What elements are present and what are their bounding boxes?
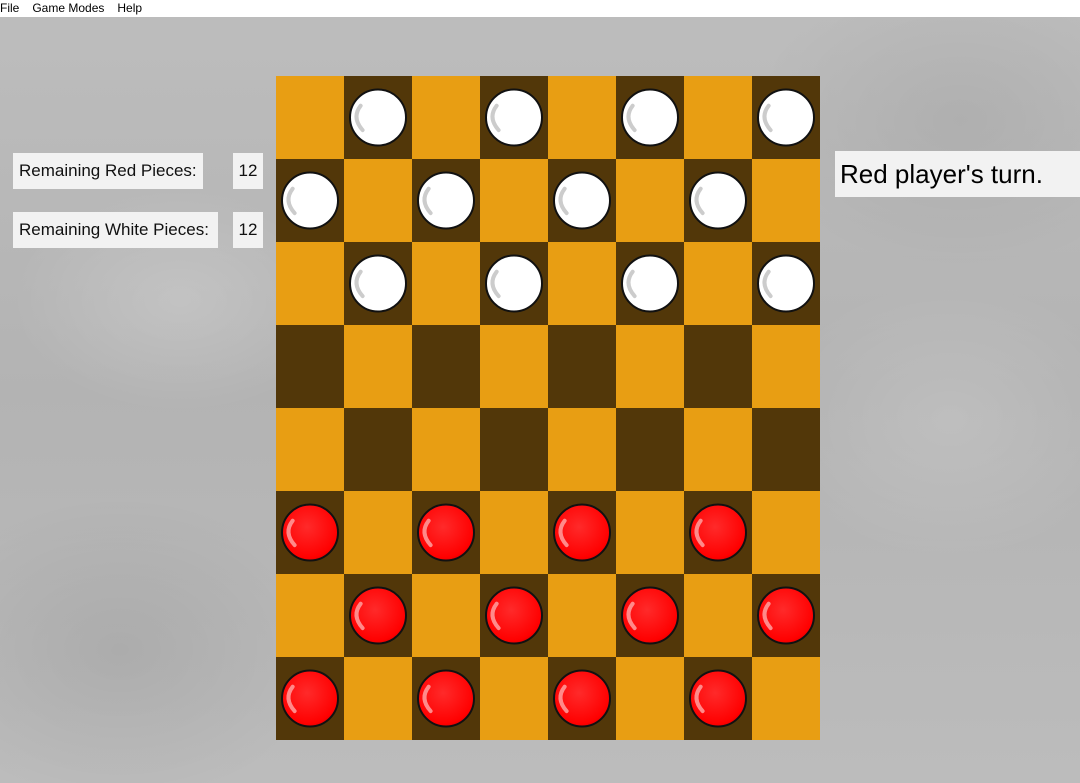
dark-square-r3-c2[interactable] (412, 325, 481, 409)
light-square-r6-c6[interactable] (684, 574, 753, 658)
light-square-r1-c1[interactable] (344, 159, 413, 243)
white-piece-r0-c1[interactable] (349, 88, 407, 147)
board-canvas[interactable] (276, 76, 820, 740)
dark-square-r3-c4[interactable] (548, 325, 617, 409)
light-square-r3-c3[interactable] (480, 325, 549, 409)
light-square-r4-c4[interactable] (548, 408, 617, 492)
dark-square-r4-c3[interactable] (480, 408, 549, 492)
light-square-r7-c7[interactable] (752, 657, 820, 740)
menu-game-modes[interactable]: Game Modes (32, 0, 111, 17)
red-piece-r7-c4[interactable] (553, 669, 611, 728)
light-square-r3-c7[interactable] (752, 325, 820, 409)
light-square-r4-c0[interactable] (276, 408, 345, 492)
light-square-r5-c3[interactable] (480, 491, 549, 575)
red-piece-r5-c0[interactable] (281, 503, 339, 562)
light-square-r5-c7[interactable] (752, 491, 820, 575)
white-piece-r1-c6[interactable] (689, 171, 747, 230)
light-square-r0-c2[interactable] (412, 76, 481, 160)
white-piece-r2-c7[interactable] (757, 254, 815, 313)
red-piece-r7-c2[interactable] (417, 669, 475, 728)
dark-square-r4-c1[interactable] (344, 408, 413, 492)
light-square-r3-c5[interactable] (616, 325, 685, 409)
white-piece-r0-c3[interactable] (485, 88, 543, 147)
light-square-r6-c0[interactable] (276, 574, 345, 658)
red-piece-r6-c7[interactable] (757, 586, 815, 645)
red-piece-r6-c3[interactable] (485, 586, 543, 645)
red-piece-r6-c5[interactable] (621, 586, 679, 645)
remaining-white-count: 12 (233, 212, 263, 248)
light-square-r3-c1[interactable] (344, 325, 413, 409)
light-square-r7-c1[interactable] (344, 657, 413, 740)
light-square-r2-c2[interactable] (412, 242, 481, 326)
white-piece-r1-c2[interactable] (417, 171, 475, 230)
red-piece-r7-c6[interactable] (689, 669, 747, 728)
light-square-r4-c2[interactable] (412, 408, 481, 492)
white-piece-r2-c3[interactable] (485, 254, 543, 313)
light-square-r2-c0[interactable] (276, 242, 345, 326)
light-square-r7-c3[interactable] (480, 657, 549, 740)
light-square-r5-c1[interactable] (344, 491, 413, 575)
light-square-r6-c4[interactable] (548, 574, 617, 658)
white-piece-r0-c5[interactable] (621, 88, 679, 147)
dark-square-r4-c7[interactable] (752, 408, 820, 492)
white-piece-r2-c5[interactable] (621, 254, 679, 313)
white-piece-r1-c4[interactable] (553, 171, 611, 230)
red-piece-r7-c0[interactable] (281, 669, 339, 728)
menu-file[interactable]: File (0, 0, 26, 17)
white-piece-r2-c1[interactable] (349, 254, 407, 313)
red-piece-r5-c4[interactable] (553, 503, 611, 562)
red-piece-r5-c2[interactable] (417, 503, 475, 562)
light-square-r0-c4[interactable] (548, 76, 617, 160)
menu-bar: File Game Modes Help (0, 0, 1080, 17)
light-square-r0-c0[interactable] (276, 76, 345, 160)
remaining-white-label: Remaining White Pieces: (13, 212, 218, 248)
light-square-r1-c5[interactable] (616, 159, 685, 243)
turn-indicator: Red player's turn. (835, 151, 1080, 197)
dark-square-r3-c6[interactable] (684, 325, 753, 409)
checkers-board[interactable] (276, 76, 820, 740)
light-square-r1-c7[interactable] (752, 159, 820, 243)
white-piece-r0-c7[interactable] (757, 88, 815, 147)
light-square-r0-c6[interactable] (684, 76, 753, 160)
light-square-r6-c2[interactable] (412, 574, 481, 658)
red-piece-r5-c6[interactable] (689, 503, 747, 562)
light-square-r5-c5[interactable] (616, 491, 685, 575)
menu-help[interactable]: Help (117, 0, 149, 17)
light-square-r2-c4[interactable] (548, 242, 617, 326)
red-piece-r6-c1[interactable] (349, 586, 407, 645)
light-square-r1-c3[interactable] (480, 159, 549, 243)
light-square-r4-c6[interactable] (684, 408, 753, 492)
remaining-red-label: Remaining Red Pieces: (13, 153, 203, 189)
dark-square-r4-c5[interactable] (616, 408, 685, 492)
light-square-r2-c6[interactable] (684, 242, 753, 326)
dark-square-r3-c0[interactable] (276, 325, 345, 409)
light-square-r7-c5[interactable] (616, 657, 685, 740)
white-piece-r1-c0[interactable] (281, 171, 339, 230)
remaining-red-count: 12 (233, 153, 263, 189)
